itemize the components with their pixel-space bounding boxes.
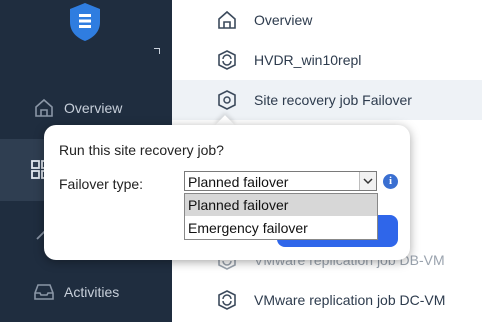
collapse-icon[interactable] bbox=[154, 48, 160, 54]
list-item-label: Site recovery job Failover bbox=[254, 92, 412, 108]
list-item[interactable]: VMware replication job DC-VM bbox=[172, 280, 482, 320]
replication-icon bbox=[218, 290, 236, 310]
list-item[interactable]: HVDR_win10repl bbox=[172, 40, 482, 80]
failover-type-label: Failover type: bbox=[59, 176, 144, 192]
option-emergency-failover[interactable]: Emergency failover bbox=[185, 217, 377, 239]
failover-type-options: Planned failover Emergency failover bbox=[184, 193, 378, 240]
list-item[interactable]: Overview bbox=[172, 0, 482, 40]
failover-type-select[interactable]: Planned failover bbox=[184, 171, 377, 191]
list-item-label: VMware replication job DC-VM bbox=[254, 292, 446, 308]
option-planned-failover[interactable]: Planned failover bbox=[185, 194, 377, 216]
chevron-down-icon[interactable] bbox=[359, 172, 376, 190]
home-icon bbox=[218, 10, 236, 29]
inbox-icon bbox=[34, 284, 54, 300]
info-icon[interactable]: i bbox=[383, 174, 398, 189]
sidebar-item-label: Activities bbox=[64, 284, 120, 300]
home-icon bbox=[35, 98, 53, 117]
list-item-label: Overview bbox=[254, 12, 313, 28]
gear-icon bbox=[218, 90, 236, 110]
select-value: Planned failover bbox=[188, 174, 289, 190]
list-item[interactable]: Site recovery job Failover bbox=[172, 80, 482, 120]
sidebar-item-overview[interactable]: Overview bbox=[0, 86, 172, 130]
replication-icon bbox=[218, 50, 236, 70]
sidebar-item-label: Overview bbox=[64, 100, 123, 116]
popover-title: Run this site recovery job? bbox=[59, 142, 224, 158]
list-item-label: HVDR_win10repl bbox=[254, 52, 362, 68]
sidebar-item-activities[interactable]: Activities bbox=[0, 270, 172, 314]
logo-shield-icon bbox=[70, 3, 100, 41]
